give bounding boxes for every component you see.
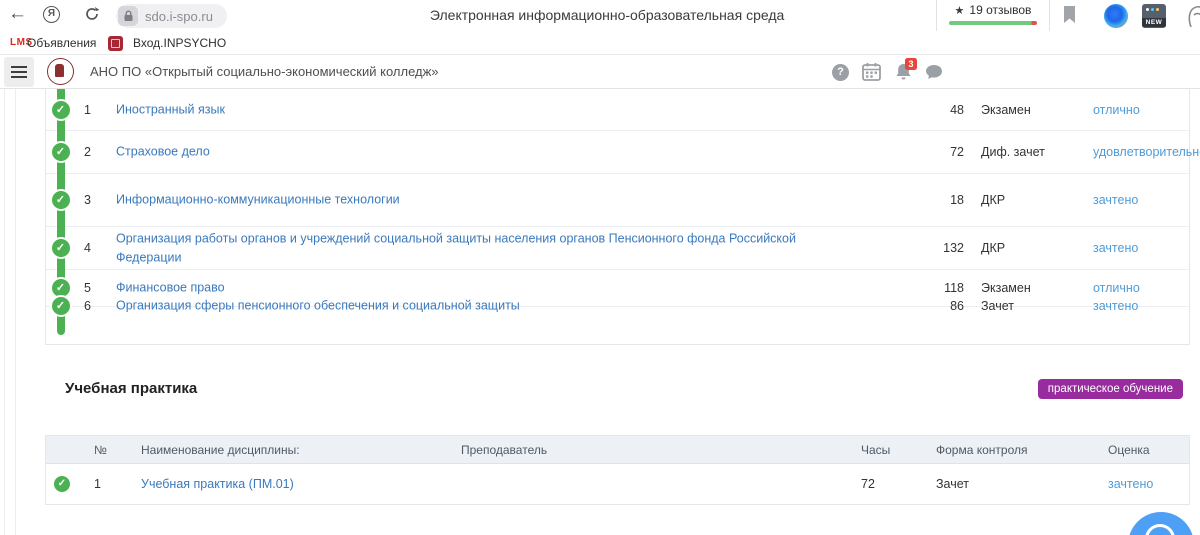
course-hours: 72 (934, 145, 964, 159)
star-icon: ★ (955, 4, 965, 17)
address-bar[interactable]: sdo.i-spo.ru (116, 4, 227, 28)
course-name-link[interactable]: Организация работы органов и учреждений … (116, 229, 796, 267)
course-name-link[interactable]: Организация сферы пенсионного обеспечени… (116, 297, 796, 316)
course-grade-link[interactable]: удовлетворительно (1093, 145, 1200, 159)
course-row: 4 Организация работы органов и учреждени… (46, 227, 1189, 270)
bookmark-item-announcements[interactable]: Объявления (27, 36, 96, 50)
course-number: 5 (84, 281, 106, 295)
course-control-form: Экзамен (981, 103, 1031, 117)
status-check-icon (52, 474, 72, 494)
course-number: 1 (84, 103, 106, 117)
calendar-icon[interactable] (862, 62, 881, 86)
course-hours: 118 (934, 281, 964, 295)
college-name: АНО ПО «Открытый социально-экономический… (90, 55, 439, 89)
practice-table-body: 1 Учебная практика (ПМ.01) 72 Зачет зачт… (46, 464, 1189, 503)
course-control-form: Диф. зачет (981, 145, 1045, 159)
status-check-icon (50, 295, 72, 317)
college-logo (47, 58, 74, 85)
grade-link[interactable]: зачтено (1108, 477, 1153, 491)
section-title: Учебная практика (65, 380, 197, 397)
form-cell: Зачет (936, 477, 969, 491)
bookmark-favicon[interactable] (108, 36, 123, 51)
reviews-button[interactable]: ★ 19 отзывов (936, 0, 1050, 31)
course-name-link[interactable]: Информационно-коммуникационные технологи… (116, 191, 796, 210)
practice-table: № Наименование дисциплины: Преподаватель… (45, 435, 1190, 505)
page-edge-line (4, 89, 5, 535)
reviews-label: 19 отзывов (969, 3, 1031, 17)
extension-icon-partial[interactable] (1186, 3, 1200, 34)
status-check-icon (50, 189, 72, 211)
url-text: sdo.i-spo.ru (145, 9, 213, 24)
course-row: 3 Информационно-коммуникационные техноло… (46, 174, 1189, 227)
course-hours: 48 (934, 103, 964, 117)
lock-icon[interactable] (118, 6, 138, 26)
new-icon-art (1146, 8, 1159, 11)
course-control-form: Экзамен (981, 281, 1031, 295)
course-control-form: ДКР (981, 241, 1005, 255)
bookmark-item-login[interactable]: Вход.INPSYCHO (133, 36, 226, 50)
menu-icon[interactable] (4, 57, 34, 87)
course-number: 3 (84, 193, 106, 207)
support-chat-button[interactable] (1128, 512, 1194, 535)
course-hours: 132 (934, 241, 964, 255)
col-header-form: Форма контроля (936, 443, 1028, 457)
rating-bar (949, 21, 1037, 25)
course-grade-link[interactable]: зачтено (1093, 299, 1138, 313)
bookmarks-bar: LMS Объявления Вход.INPSYCHO (0, 32, 1200, 55)
course-control-form: Зачет (981, 299, 1014, 313)
back-icon[interactable]: ← (8, 3, 27, 25)
col-header-num: № (94, 443, 107, 457)
yandex-icon[interactable]: Я (43, 6, 60, 23)
course-hours: 18 (934, 193, 964, 207)
status-check-icon (50, 99, 72, 121)
browser-window: ← Я sdo.i-spo.ru Электронная информацион… (0, 0, 1200, 535)
refresh-icon[interactable] (84, 6, 100, 27)
status-check-icon (50, 141, 72, 163)
course-grade-link[interactable]: зачтено (1093, 193, 1138, 207)
course-number: 4 (84, 241, 106, 255)
new-badge: NEW (1142, 18, 1166, 27)
chat-fab-icon (1145, 524, 1175, 535)
extension-icon[interactable] (1104, 4, 1128, 28)
hours-cell: 72 (861, 477, 875, 491)
table-row: 1 Учебная практика (ПМ.01) 72 Зачет зачт… (46, 464, 1189, 503)
course-row: 2 Страховое дело 72 Диф. зачет удовлетво… (46, 131, 1189, 174)
row-number: 1 (94, 477, 101, 491)
help-icon[interactable]: ? (832, 64, 849, 81)
practice-table-header: № Наименование дисциплины: Преподаватель… (46, 436, 1189, 464)
course-grade-link[interactable]: отлично (1093, 281, 1140, 295)
col-header-hours: Часы (861, 443, 890, 457)
course-row: 6 Организация сферы пенсионного обеспече… (46, 306, 1189, 307)
new-extension-icon[interactable]: NEW (1142, 4, 1166, 28)
practice-type-badge: практическое обучение (1038, 379, 1183, 399)
page-title: Электронная информационно-образовательна… (430, 7, 784, 23)
content-border-line (15, 89, 16, 535)
course-name-link[interactable]: Иностранный язык (116, 100, 796, 119)
practice-name-link[interactable]: Учебная практика (ПМ.01) (141, 477, 294, 491)
col-header-name: Наименование дисциплины: (141, 443, 300, 457)
course-control-form: ДКР (981, 193, 1005, 207)
course-name-link[interactable]: Страховое дело (116, 143, 796, 162)
course-number: 6 (84, 299, 106, 313)
chat-icon[interactable] (925, 64, 943, 85)
notification-badge: 3 (905, 58, 917, 70)
status-check-icon (50, 237, 72, 259)
col-header-grade: Оценка (1108, 443, 1150, 457)
col-header-teacher: Преподаватель (461, 443, 547, 457)
course-number: 2 (84, 145, 106, 159)
course-row: 1 Иностранный язык 48 Экзамен отлично (46, 89, 1189, 131)
course-name-link[interactable]: Финансовое право (116, 279, 796, 298)
bookmark-flag-icon[interactable] (1062, 5, 1077, 30)
browser-toolbar: ← Я sdo.i-spo.ru Электронная информацион… (0, 0, 1200, 32)
course-grade-link[interactable]: зачтено (1093, 241, 1138, 255)
course-hours: 86 (934, 299, 964, 313)
courses-panel: 1 Иностранный язык 48 Экзамен отлично 2 … (45, 89, 1190, 345)
course-grade-link[interactable]: отлично (1093, 103, 1140, 117)
app-header: АНО ПО «Открытый социально-экономический… (0, 55, 1200, 89)
